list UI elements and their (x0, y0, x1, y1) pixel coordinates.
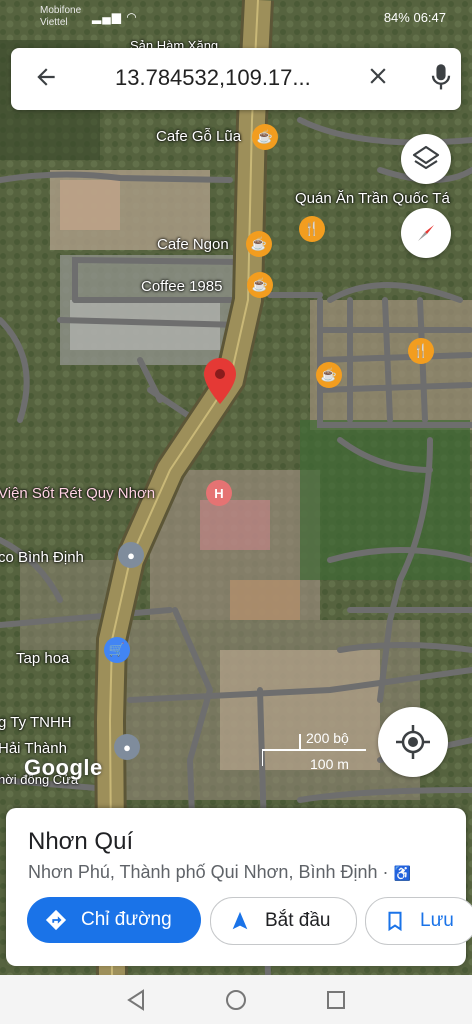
close-icon[interactable] (365, 63, 391, 96)
mic-icon[interactable] (427, 62, 455, 94)
label-tap-hoa[interactable]: Tap hoa (16, 650, 69, 667)
directions-button[interactable]: Chỉ đường (27, 897, 201, 943)
google-logo: Google (24, 755, 103, 780)
scale-metric: 100 m (310, 756, 349, 772)
cafe-icon[interactable]: ☕ (252, 124, 278, 150)
battery-time: 84% 06:47 (383, 10, 446, 25)
label-cong-ty-1[interactable]: g Ty TNHH (0, 714, 72, 731)
home-circle-icon[interactable] (224, 988, 248, 1012)
compass-icon (418, 225, 434, 241)
layers-button[interactable] (401, 134, 451, 184)
cafe-icon[interactable]: ☕ (246, 231, 272, 257)
label-cafe-go-lua[interactable]: Cafe Gỗ Lũa (156, 128, 241, 145)
restaurant-icon[interactable]: 🍴 (408, 338, 434, 364)
label-cafe-ngon[interactable]: Cafe Ngon (157, 236, 229, 253)
directions-icon (45, 909, 67, 931)
carrier-1: Mobifone (40, 5, 82, 16)
scale-imperial: 200 bộ (306, 730, 349, 746)
cafe-icon[interactable]: ☕ (247, 272, 273, 298)
place-pin-icon[interactable]: ● (114, 734, 140, 760)
hospital-icon[interactable]: H (206, 480, 232, 506)
carrier-2: Viettel (40, 17, 68, 28)
save-label: Lưu (420, 910, 454, 931)
search-query[interactable]: 13.784532,109.17... (115, 65, 335, 91)
bookmark-icon (388, 911, 402, 932)
place-title[interactable]: Nhơn Quí (28, 828, 133, 856)
label-coffee-1985[interactable]: Coffee 1985 (141, 278, 222, 295)
search-bar[interactable]: 13.784532,109.17... (11, 48, 461, 110)
carrier-info: Mobifone Viettel (40, 5, 81, 29)
place-card[interactable]: Nhơn Quí Nhơn Phú, Thành phố Qui Nhơn, B… (6, 808, 472, 966)
start-label: Bắt đầu (265, 910, 331, 931)
location-pin-icon[interactable] (202, 356, 238, 406)
my-location-button[interactable] (378, 707, 448, 777)
back-triangle-icon[interactable] (124, 988, 148, 1012)
label-binh-dinh[interactable]: co Bình Định (0, 549, 84, 566)
compass-button[interactable] (401, 208, 451, 258)
layers-icon (412, 145, 440, 170)
system-nav-bar (0, 975, 472, 1024)
cafe-icon[interactable]: ☕ (316, 362, 342, 388)
restaurant-icon[interactable]: 🍴 (299, 216, 325, 242)
place-address: Nhơn Phú, Thành phố Qui Nhơn, Bình Định … (28, 862, 389, 882)
place-pin-icon[interactable]: ● (118, 542, 144, 568)
save-button[interactable]: Lưu (365, 897, 472, 945)
recents-square-icon[interactable] (324, 988, 348, 1012)
start-button[interactable]: Bắt đầu (210, 897, 357, 945)
back-arrow-icon[interactable] (33, 64, 63, 94)
my-location-icon (396, 725, 430, 759)
signal-icon: ▂▄▆ ◠ (92, 10, 138, 24)
map-scale: 200 bộ 100 m (262, 730, 366, 778)
place-subtitle: Nhơn Phú, Thành phố Qui Nhơn, Bình Định … (28, 862, 458, 883)
navigation-arrow-icon (232, 911, 248, 930)
accessible-icon: ♿ (393, 865, 411, 881)
label-vien-sot-ret[interactable]: Viện Sốt Rét Quy Nhơn (0, 485, 155, 502)
label-quan-an[interactable]: Quán Ăn Trần Quốc Tá (295, 190, 450, 207)
directions-label: Chỉ đường (81, 909, 172, 930)
shopping-cart-icon[interactable]: 🛒 (104, 637, 130, 663)
status-bar: Mobifone Viettel ▂▄▆ ◠ 84% 06:47 (0, 0, 472, 34)
